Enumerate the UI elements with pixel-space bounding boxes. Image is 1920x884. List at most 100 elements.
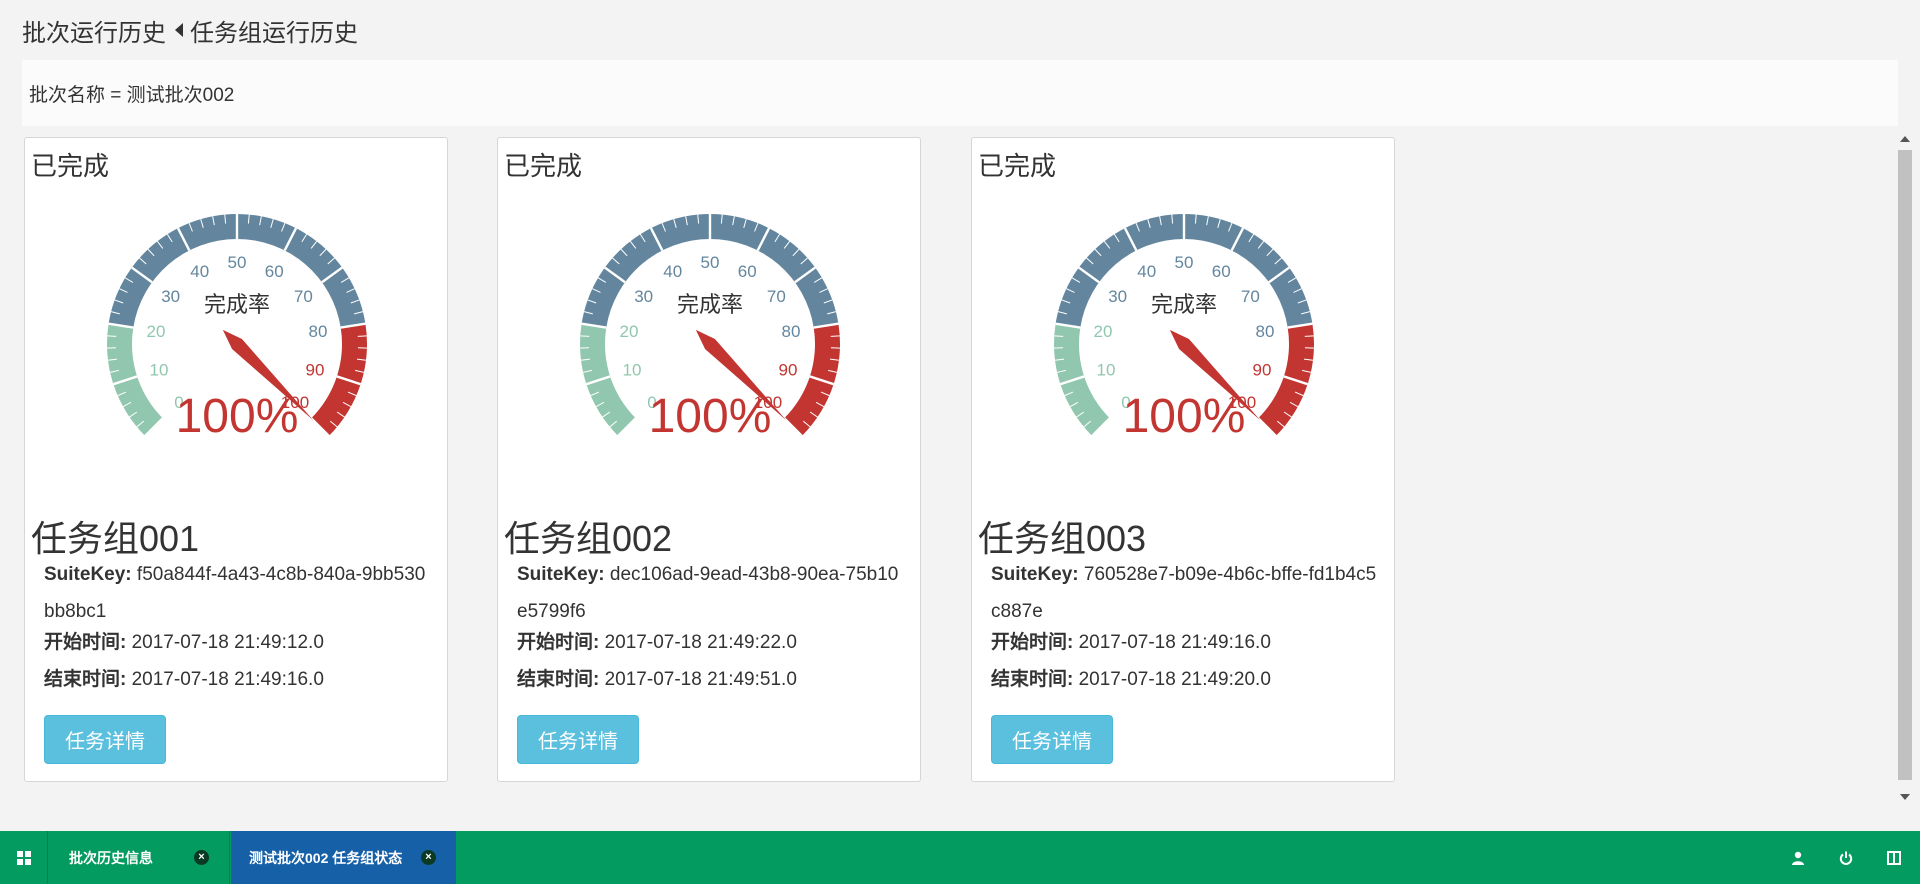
layout-icon[interactable] — [1874, 831, 1914, 884]
gauge-tick-label: 40 — [663, 262, 682, 281]
end-time-line: 结束时间: 2017-07-18 21:49:16.0 — [44, 661, 434, 698]
windows-icon[interactable] — [0, 831, 48, 884]
suitekey-line: SuiteKey: f50a844f-4a43-4c8b-840a-9bb530… — [44, 556, 434, 630]
gauge-title: 完成率 — [1151, 292, 1217, 317]
gauge-tick-label: 30 — [161, 287, 180, 306]
gauge-tick — [107, 335, 117, 337]
suitekey-line: SuiteKey: 760528e7-b09e-4b6c-bffe-fd1b4c… — [991, 556, 1381, 630]
suitekey-label: SuiteKey: — [517, 564, 605, 585]
gauge-tick-label: 80 — [782, 322, 801, 341]
status-label: 已完成 — [31, 151, 110, 181]
taskbar-tab-group-status[interactable]: 测试批次002 任务组状态 × — [231, 831, 456, 884]
gauge-tick-label: 30 — [1108, 287, 1127, 306]
gauge-tick-label: 60 — [738, 262, 757, 281]
gauge-tick-label: 70 — [294, 287, 313, 306]
breadcrumb: 批次运行历史 任务组运行历史 — [22, 13, 358, 48]
task-group-card: 已完成 0102030405060708090100完成率100% 任务组002… — [497, 137, 921, 782]
vertical-scrollbar[interactable] — [1894, 126, 1918, 806]
start-time-value: 2017-07-18 21:49:16.0 — [1078, 632, 1271, 653]
gauge-tick — [580, 335, 590, 337]
gauge-tick-label: 50 — [1175, 253, 1194, 272]
taskbar: 批次历史信息 × 测试批次002 任务组状态 × — [0, 831, 1920, 884]
gauge-value: 100% — [176, 390, 299, 443]
suitekey-label: SuiteKey: — [991, 564, 1079, 585]
status-label: 已完成 — [978, 151, 1057, 181]
power-icon[interactable] — [1826, 831, 1866, 884]
end-time-value: 2017-07-18 21:49:16.0 — [131, 669, 324, 690]
end-time-value: 2017-07-18 21:49:20.0 — [1078, 669, 1271, 690]
completion-gauge: 0102030405060708090100完成率100% — [107, 214, 367, 443]
end-time-label: 结束时间: — [517, 669, 600, 690]
gauge-tick-label: 60 — [1212, 262, 1231, 281]
gauge-tick-label: 90 — [1253, 360, 1272, 379]
task-group-card: 已完成 0102030405060708090100完成率100% 任务组003… — [971, 137, 1395, 782]
task-detail-button[interactable]: 任务详情 — [991, 715, 1113, 764]
gauge-tick-label: 70 — [767, 287, 786, 306]
task-group-info: SuiteKey: f50a844f-4a43-4c8b-840a-9bb530… — [44, 556, 434, 698]
gauge-tick — [1054, 335, 1064, 337]
gauge-value: 100% — [649, 390, 772, 443]
task-group-info: SuiteKey: dec106ad-9ead-43b8-90ea-75b10e… — [517, 556, 907, 698]
gauge-tick-label: 10 — [150, 360, 169, 379]
suitekey-label: SuiteKey: — [44, 564, 132, 585]
gauge-tick-label: 20 — [1094, 322, 1113, 341]
end-time-value: 2017-07-18 21:49:51.0 — [604, 669, 797, 690]
start-time-line: 开始时间: 2017-07-18 21:49:16.0 — [991, 624, 1381, 661]
completion-gauge: 0102030405060708090100完成率100% — [580, 214, 840, 443]
end-time-label: 结束时间: — [991, 669, 1074, 690]
gauge-tick-label: 40 — [190, 262, 209, 281]
gauge-value: 100% — [1123, 390, 1246, 443]
start-time-label: 开始时间: — [991, 632, 1074, 653]
user-icon[interactable] — [1778, 831, 1818, 884]
breadcrumb-parent[interactable]: 批次运行历史 — [22, 13, 166, 48]
end-time-line: 结束时间: 2017-07-18 21:49:20.0 — [991, 661, 1381, 698]
end-time-label: 结束时间: — [44, 669, 127, 690]
filter-bar: 批次名称 = 测试批次002 — [22, 60, 1898, 126]
scroll-down-arrow-icon[interactable] — [1900, 794, 1910, 800]
caret-left-icon — [175, 23, 183, 37]
gauge-tick-label: 90 — [779, 360, 798, 379]
breadcrumb-current: 任务组运行历史 — [190, 19, 358, 47]
task-group-name: 任务组002 — [504, 518, 673, 559]
gauge-tick-label: 50 — [701, 253, 720, 272]
status-label: 已完成 — [504, 151, 583, 181]
close-icon[interactable]: × — [194, 850, 209, 865]
gauge-tick-label: 20 — [147, 322, 166, 341]
gauge-tick-label: 60 — [265, 262, 284, 281]
taskbar-tab-label: 批次历史信息 — [69, 849, 153, 866]
end-time-line: 结束时间: 2017-07-18 21:49:51.0 — [517, 661, 907, 698]
completion-gauge: 0102030405060708090100完成率100% — [1054, 214, 1314, 443]
gauge-tick-label: 40 — [1137, 262, 1156, 281]
start-time-label: 开始时间: — [44, 632, 127, 653]
taskbar-tab-batch-history[interactable]: 批次历史信息 × — [48, 831, 230, 884]
task-detail-button[interactable]: 任务详情 — [517, 715, 639, 764]
gauge-tick-label: 90 — [306, 360, 325, 379]
start-time-line: 开始时间: 2017-07-18 21:49:22.0 — [517, 624, 907, 661]
start-time-line: 开始时间: 2017-07-18 21:49:12.0 — [44, 624, 434, 661]
gauge-tick-label: 70 — [1241, 287, 1260, 306]
task-group-info: SuiteKey: 760528e7-b09e-4b6c-bffe-fd1b4c… — [991, 556, 1381, 698]
gauge-tick — [830, 335, 840, 337]
gauge-title: 完成率 — [204, 292, 270, 317]
task-group-name: 任务组003 — [978, 518, 1147, 559]
filter-text: 批次名称 = 测试批次002 — [29, 84, 235, 106]
gauge-tick-label: 80 — [1256, 322, 1275, 341]
close-icon[interactable]: × — [421, 850, 436, 865]
scrollbar-thumb[interactable] — [1898, 150, 1912, 780]
gauge-tick-label: 80 — [309, 322, 328, 341]
start-time-value: 2017-07-18 21:49:12.0 — [131, 632, 324, 653]
suitekey-line: SuiteKey: dec106ad-9ead-43b8-90ea-75b10e… — [517, 556, 907, 630]
scroll-up-arrow-icon[interactable] — [1900, 136, 1910, 142]
gauge-tick — [357, 335, 367, 337]
gauge-tick-label: 10 — [623, 360, 642, 379]
start-time-value: 2017-07-18 21:49:22.0 — [604, 632, 797, 653]
gauge-tick — [1304, 335, 1314, 337]
gauge-tick-label: 30 — [634, 287, 653, 306]
taskbar-tab-label: 测试批次002 任务组状态 — [249, 849, 403, 866]
task-detail-button[interactable]: 任务详情 — [44, 715, 166, 764]
gauge-tick-label: 10 — [1097, 360, 1116, 379]
task-group-name: 任务组001 — [31, 518, 200, 559]
gauge-tick-label: 50 — [228, 253, 247, 272]
gauge-tick-label: 20 — [620, 322, 639, 341]
gauge-title: 完成率 — [677, 292, 743, 317]
